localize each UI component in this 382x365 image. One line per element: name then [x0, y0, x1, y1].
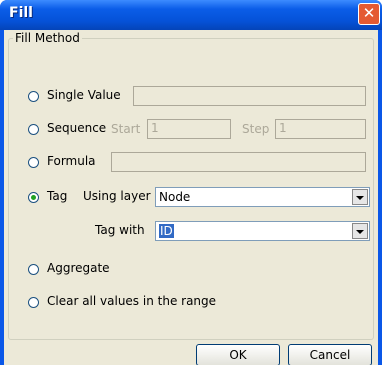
dialog-body: Fill Method Single Value Sequence Start … [4, 30, 378, 365]
sequence-label[interactable]: Sequence [47, 121, 106, 135]
close-button[interactable]: ✕ [358, 3, 380, 25]
close-icon: ✕ [362, 4, 376, 22]
cancel-button[interactable]: Cancel [288, 344, 372, 365]
aggregate-radio[interactable] [28, 264, 39, 275]
fill-method-legend: Fill Method [13, 31, 82, 45]
using-layer-label: Using layer [83, 189, 151, 203]
clear-values-label[interactable]: Clear all values in the range [47, 294, 216, 308]
tag-label[interactable]: Tag [47, 189, 67, 203]
tag-with-select[interactable]: ID [155, 221, 370, 241]
single-value-radio[interactable] [28, 91, 39, 102]
formula-input[interactable] [111, 152, 366, 172]
sequence-step-label: Step [242, 122, 270, 136]
using-layer-select[interactable]: Node [155, 187, 370, 207]
sequence-start-input[interactable]: 1 [147, 119, 231, 139]
dialog-title: Fill [9, 5, 33, 21]
clear-values-radio[interactable] [28, 297, 39, 308]
tag-with-dropdown-icon[interactable] [352, 223, 368, 239]
using-layer-value: Node [159, 190, 191, 204]
tag-with-label: Tag with [95, 223, 145, 237]
single-value-label[interactable]: Single Value [47, 88, 121, 102]
formula-radio[interactable] [28, 157, 39, 168]
sequence-radio[interactable] [28, 124, 39, 135]
fill-dialog: Fill ✕ Fill Method Single Value Sequence… [0, 0, 382, 365]
tag-radio[interactable] [28, 192, 39, 203]
aggregate-label[interactable]: Aggregate [47, 261, 110, 275]
sequence-step-input[interactable]: 1 [275, 119, 366, 139]
title-bar[interactable]: Fill ✕ [0, 0, 382, 30]
tag-with-value: ID [159, 224, 174, 238]
formula-label[interactable]: Formula [47, 154, 96, 168]
single-value-input[interactable] [133, 86, 366, 106]
ok-button[interactable]: OK [196, 344, 280, 365]
sequence-start-label: Start [111, 122, 141, 136]
using-layer-dropdown-icon[interactable] [352, 189, 368, 205]
